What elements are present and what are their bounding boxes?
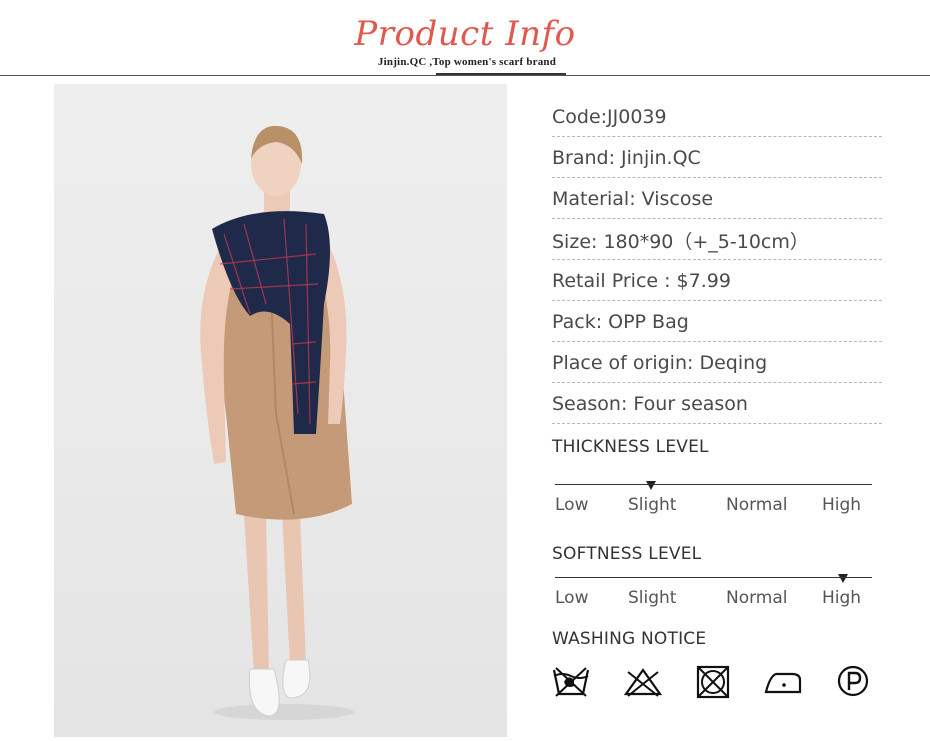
washing-notice-title: WASHING NOTICE [552,629,707,649]
spec-material: Material: Viscose [552,178,882,219]
softness-label-low: Low [555,588,589,608]
spec-brand: Brand: Jinjin.QC [552,137,882,178]
spec-retail-price: Retail Price : $7.99 [552,260,882,301]
hand-wash-icon [552,667,590,697]
model-illustration [200,125,354,720]
thickness-scale [555,484,872,485]
spec-origin: Place of origin: Deqing [552,342,882,383]
softness-level-title: SOFTNESS LEVEL [552,544,702,564]
softness-marker [838,574,848,583]
header-divider-accent [436,73,566,75]
softness-label-high: High [822,588,862,608]
thickness-marker [646,481,656,490]
thickness-label-normal: Normal [726,495,788,515]
softness-label-normal: Normal [726,588,788,608]
product-specs: Code:JJ0039 Brand: Jinjin.QC Material: V… [552,96,882,424]
thickness-label-high: High [822,495,862,515]
spec-season: Season: Four season [552,383,882,424]
page-title: Product Info [354,14,576,54]
header-divider [0,75,930,76]
do-not-bleach-icon [623,668,663,697]
iron-low-heat-icon [764,672,802,694]
thickness-level-title: THICKNESS LEVEL [552,437,709,457]
brand-tagline: Jinjin.QC ,Top women's scarf brand [377,56,557,68]
dry-clean-p-icon [837,665,869,697]
spec-code: Code:JJ0039 [552,96,882,137]
spec-size: Size: 180*90（+_5-10cm） [552,219,882,260]
softness-label-slight: Slight [628,588,677,608]
thickness-label-low: Low [555,495,589,515]
softness-scale [555,577,872,578]
spec-pack: Pack: OPP Bag [552,301,882,342]
do-not-tumble-dry-icon [696,665,730,699]
thickness-label-slight: Slight [628,495,677,515]
product-photo [54,84,507,737]
washing-icons [548,662,878,702]
